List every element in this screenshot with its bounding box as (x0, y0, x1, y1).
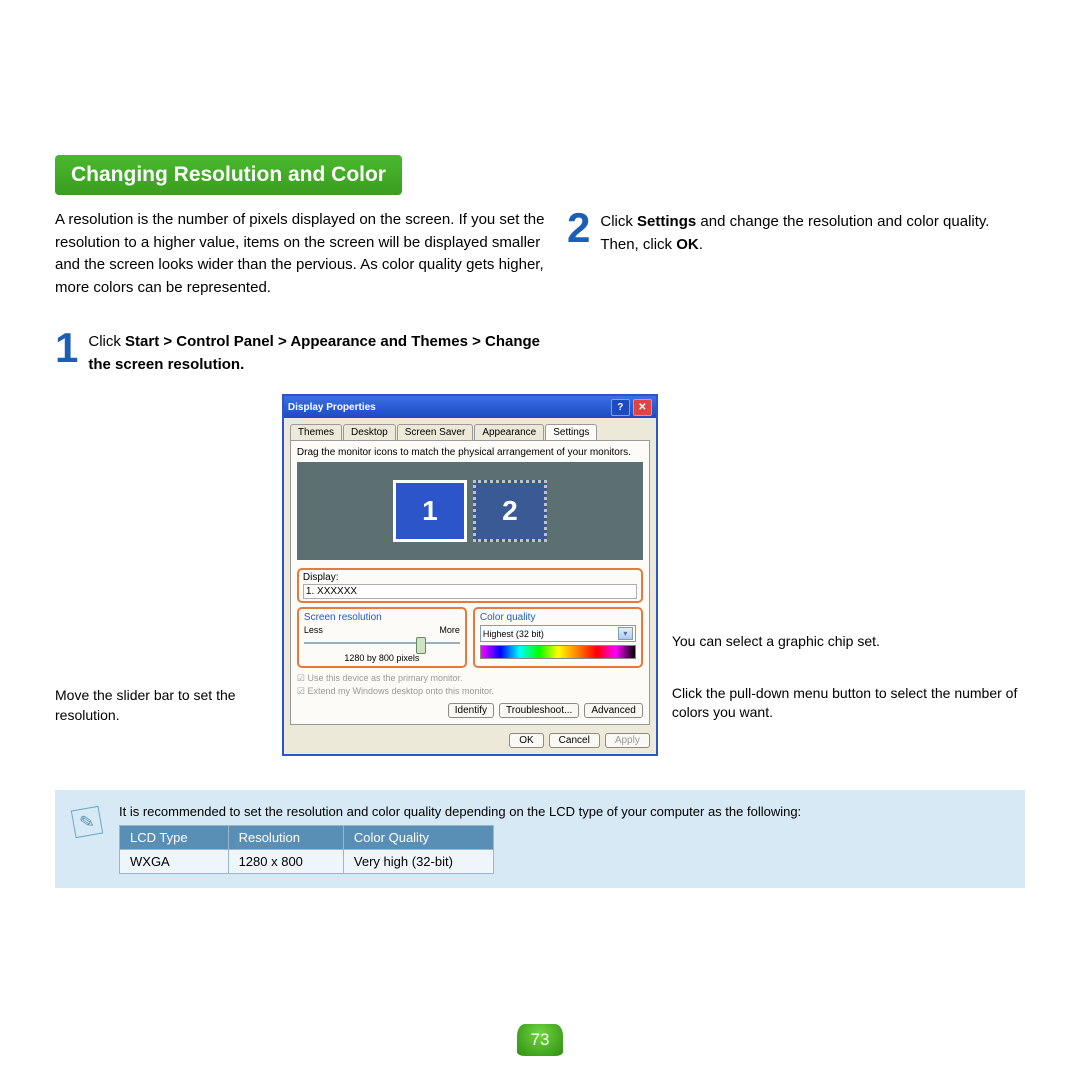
step-2-number: 2 (567, 209, 590, 256)
extend-desktop-checkbox[interactable]: ☑ Extend my Windows desktop onto this mo… (297, 685, 643, 698)
resolution-slider[interactable] (304, 637, 460, 649)
lcd-settings-table: LCD Type Resolution Color Quality WXGA 1… (119, 825, 494, 874)
color-quality-select[interactable]: Highest (32 bit) ▾ (480, 625, 636, 642)
pencil-icon: ✎ (71, 806, 103, 838)
slider-more-label: More (439, 625, 460, 635)
display-label: Display: (303, 572, 637, 583)
help-icon[interactable]: ? (611, 399, 630, 416)
monitor-preview[interactable]: 1 2 (297, 462, 643, 560)
table-header-lcd: LCD Type (120, 826, 229, 850)
section-heading: Changing Resolution and Color (55, 155, 402, 195)
window-title: Display Properties (288, 402, 608, 413)
display-selector-group: Display: 1. XXXXXX (297, 568, 643, 603)
tab-settings[interactable]: Settings (545, 424, 597, 440)
drag-instruction: Drag the monitor icons to match the phys… (297, 447, 643, 458)
advanced-button[interactable]: Advanced (584, 703, 642, 718)
identify-button[interactable]: Identify (448, 703, 494, 718)
primary-monitor-checkbox[interactable]: ☑ Use this device as the primary monitor… (297, 672, 643, 685)
note-text: It is recommended to set the resolution … (119, 804, 1011, 819)
cancel-button[interactable]: Cancel (549, 733, 600, 748)
table-row: WXGA 1280 x 800 Very high (32-bit) (120, 850, 494, 874)
callout-color-pulldown: Click the pull-down menu button to selec… (672, 684, 1025, 723)
callout-graphic-chipset: You can select a graphic chip set. (672, 632, 1025, 652)
step-2-text: Click Settings and change the resolution… (600, 209, 1025, 256)
table-header-color-quality: Color Quality (343, 826, 493, 850)
callout-left: Move the slider bar to set the resolutio… (55, 394, 282, 725)
screen-resolution-label: Screen resolution (304, 612, 460, 623)
chevron-down-icon[interactable]: ▾ (618, 627, 633, 640)
step-1-number: 1 (55, 329, 78, 376)
tab-screen-saver[interactable]: Screen Saver (397, 424, 474, 440)
step-1-text: Click Start > Control Panel > Appearance… (88, 329, 557, 376)
color-spectrum-bar (480, 645, 636, 659)
display-properties-window: Display Properties ? ✕ Themes Desktop Sc… (282, 394, 658, 756)
tab-desktop[interactable]: Desktop (343, 424, 396, 440)
monitor-1[interactable]: 1 (393, 480, 467, 542)
troubleshoot-button[interactable]: Troubleshoot... (499, 703, 579, 718)
slider-less-label: Less (304, 625, 323, 635)
close-icon[interactable]: ✕ (633, 399, 652, 416)
screen-resolution-group: Screen resolution Less More 1280 by 800 … (297, 607, 467, 668)
apply-button[interactable]: Apply (605, 733, 650, 748)
intro-paragraph: A resolution is the number of pixels dis… (55, 209, 557, 299)
ok-button[interactable]: OK (509, 733, 543, 748)
display-select[interactable]: 1. XXXXXX (303, 584, 637, 599)
note-panel: ✎ It is recommended to set the resolutio… (55, 790, 1025, 888)
color-quality-group: Color quality Highest (32 bit) ▾ (473, 607, 643, 668)
tab-appearance[interactable]: Appearance (474, 424, 544, 440)
color-quality-label: Color quality (480, 612, 636, 623)
window-titlebar[interactable]: Display Properties ? ✕ (284, 396, 656, 418)
tab-themes[interactable]: Themes (290, 424, 342, 440)
resolution-value: 1280 by 800 pixels (304, 653, 460, 663)
table-header-resolution: Resolution (228, 826, 343, 850)
monitor-2[interactable]: 2 (473, 480, 547, 542)
page-number: 73 (517, 1024, 563, 1056)
